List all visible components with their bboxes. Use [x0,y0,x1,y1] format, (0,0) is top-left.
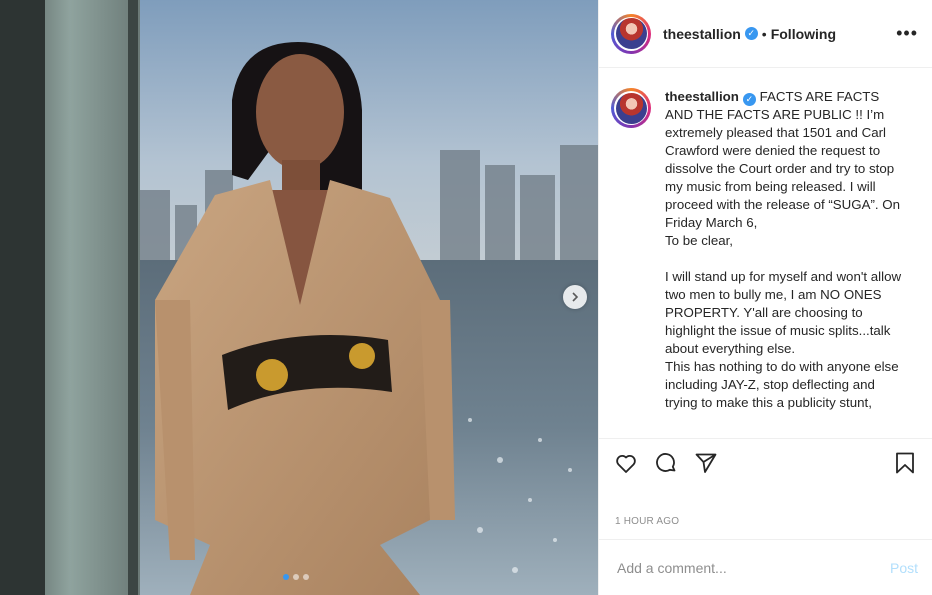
avatar-ring [614,91,648,125]
carousel-dot [293,574,299,580]
carousel-indicator [283,574,309,580]
like-button[interactable] [613,450,639,476]
avatar-ring [614,16,648,51]
chevron-right-icon [572,292,579,302]
post-comment-button[interactable]: Post [890,560,918,576]
comment-input[interactable] [615,558,890,577]
post-timestamp[interactable]: 1 HOUR AGO [599,486,932,539]
more-options-icon[interactable]: ••• [896,23,918,44]
caption-section: theestallion ✓ FACTS ARE FACTS AND THE FA… [599,68,932,438]
heart-icon [616,454,636,473]
post-sidebar: theestallion ✓ • Following ••• theestall… [598,0,932,595]
post-header: theestallion ✓ • Following ••• [599,0,932,68]
verified-badge-icon: ✓ [742,92,756,106]
following-button[interactable]: Following [771,26,836,42]
caption-username-link[interactable]: theestallion [665,89,739,104]
share-button[interactable] [693,450,719,476]
carousel-dot [283,574,289,580]
avatar-image [615,18,647,49]
username-link[interactable]: theestallion [663,26,741,42]
instagram-post: theestallion ✓ • Following ••• theestall… [0,0,932,595]
avatar-image [615,92,647,124]
action-bar [599,438,932,486]
caption-text: theestallion ✓ FACTS ARE FACTS AND THE FA… [665,88,903,438]
paper-plane-icon [695,453,717,473]
save-button[interactable] [892,450,918,476]
avatar[interactable] [611,13,651,54]
verified-badge-icon: ✓ [744,27,758,40]
separator-dot: • [761,25,767,42]
carousel-dot [303,574,309,580]
bookmark-icon [896,452,914,473]
carousel-next-button[interactable] [563,285,587,309]
post-media [0,0,598,595]
comment-form: Post [599,539,932,595]
post-photo [0,0,598,595]
caption-avatar[interactable] [611,88,651,128]
comment-bubble-icon [656,452,676,472]
caption-body: FACTS ARE FACTS AND THE FACTS ARE PUBLIC… [665,89,902,410]
comment-button[interactable] [653,450,679,476]
